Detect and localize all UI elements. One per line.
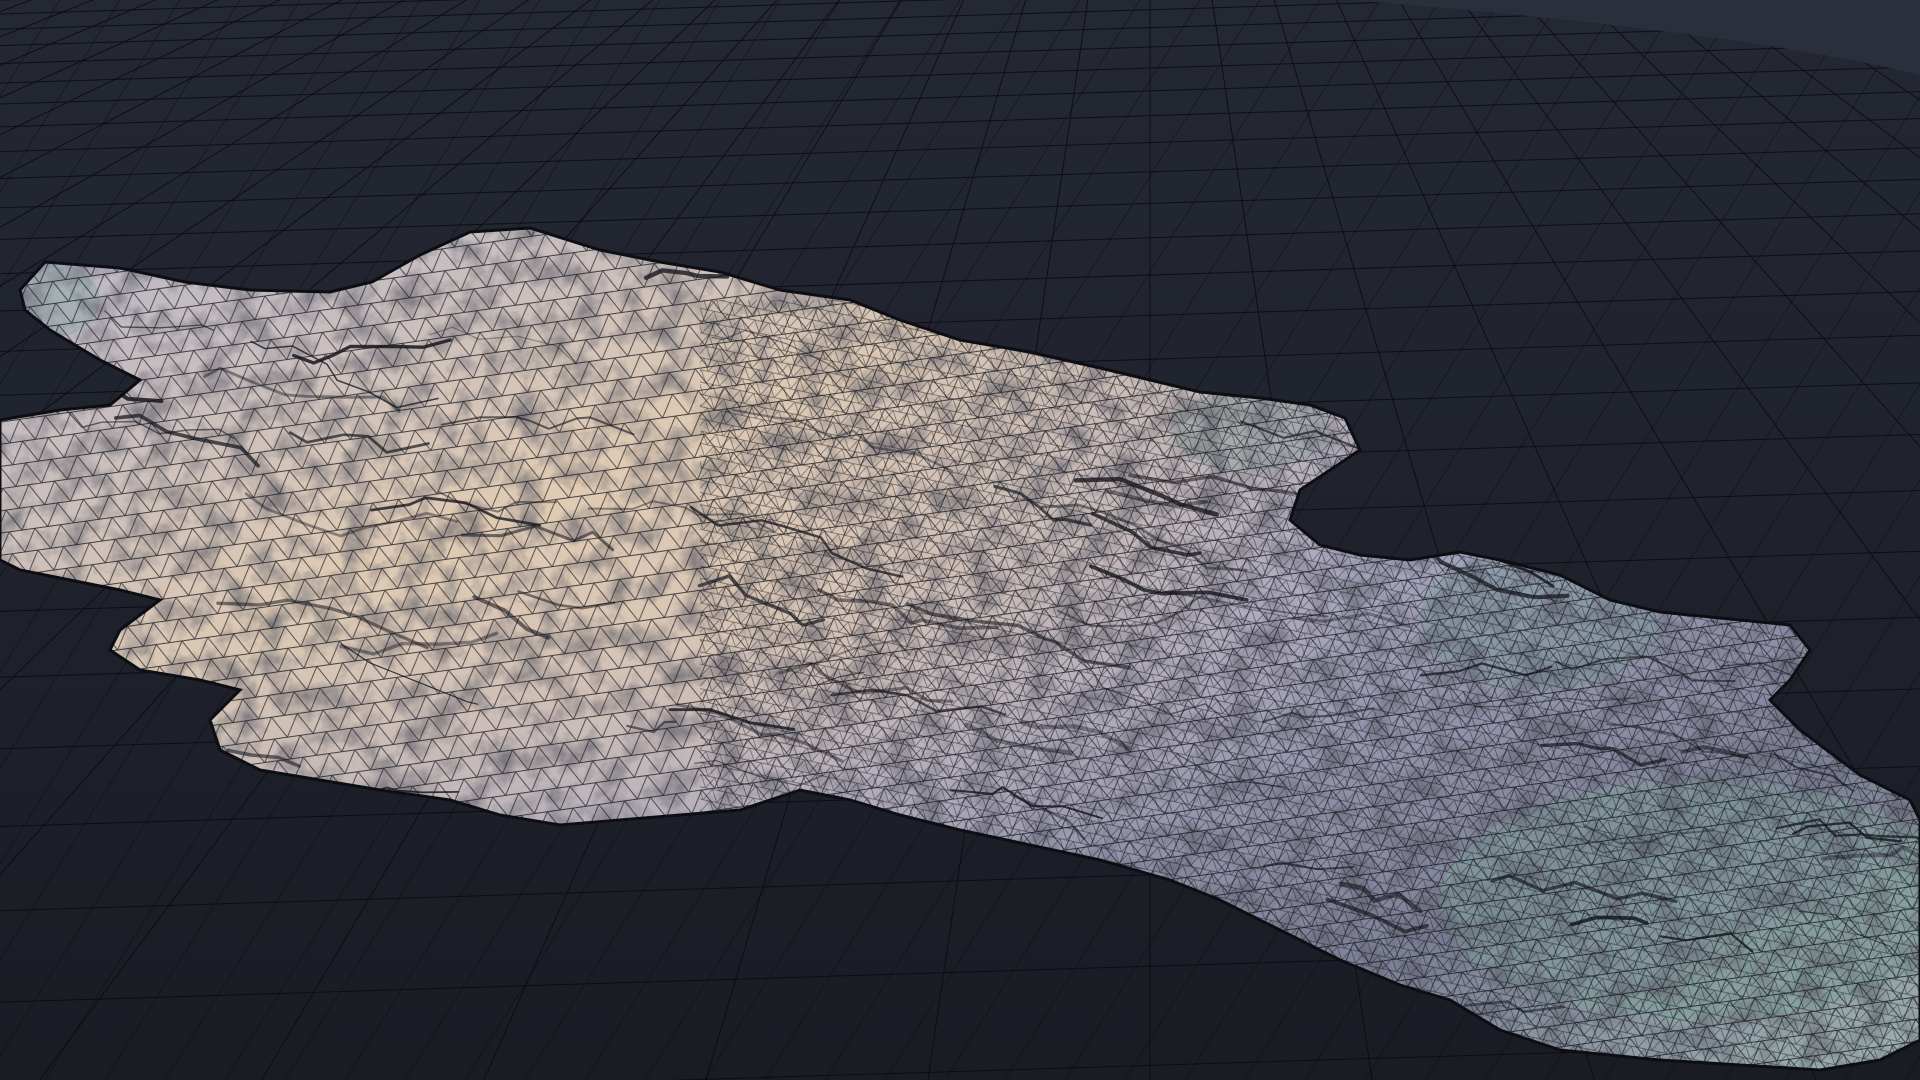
terrain-wireframe-render xyxy=(0,0,1920,1080)
render-viewport[interactable] xyxy=(0,0,1920,1080)
